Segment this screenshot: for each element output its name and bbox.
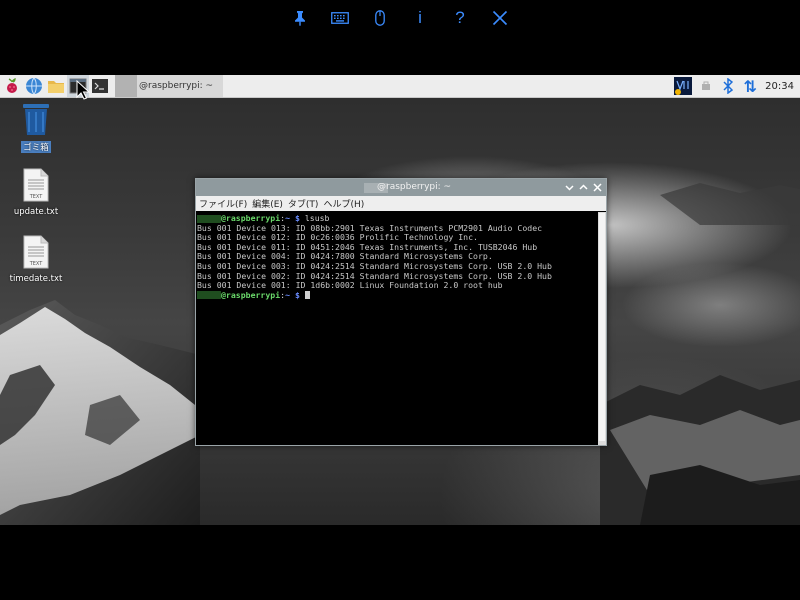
raspberry-menu-button[interactable] — [1, 75, 23, 97]
help-button[interactable]: ? — [440, 3, 480, 33]
minimize-button[interactable] — [562, 180, 576, 194]
eject-icon — [702, 81, 711, 90]
prompt-dir: ~ — [285, 213, 291, 223]
vnc-tray-button[interactable] — [671, 75, 695, 97]
terminal-titlebar[interactable]: @raspberrypi: ~ — [196, 179, 606, 196]
bluetooth-icon — [723, 78, 734, 94]
browser-launcher[interactable] — [23, 75, 45, 97]
network-updown-icon: ⇅ — [743, 76, 757, 96]
taskbar-window-button[interactable]: @raspberrypi: ~ — [115, 75, 223, 97]
vnc-icon — [674, 77, 693, 95]
keyboard-button[interactable] — [320, 3, 360, 33]
terminal-scrollbar[interactable] — [598, 212, 606, 445]
output-line: Bus 001 Device 013: ID 08bb:2901 Texas I… — [197, 222, 543, 233]
network-tray-button[interactable]: ⇅ — [739, 75, 761, 97]
globe-icon — [26, 77, 42, 95]
output-line: Bus 001 Device 003: ID 0424:2514 Standar… — [197, 260, 552, 271]
text-file-icon: TEXT — [23, 168, 49, 202]
taskbar: @raspberrypi: ~ ⇅ 20:34 — [0, 75, 800, 98]
raspberry-icon — [7, 78, 17, 93]
viewer-toolbar: i ? — [0, 0, 800, 36]
output-line: Bus 001 Device 001: ID 1d6b:0002 Linux F… — [197, 280, 503, 291]
terminal-window[interactable]: @raspberrypi: ~ ファイル(F) 編集(E) タブ(T) ヘルプ(… — [195, 178, 607, 446]
chevron-down-icon — [564, 184, 574, 191]
desktop-icon-label: ゴミ箱 — [21, 141, 51, 153]
folder-icon — [48, 81, 64, 93]
close-viewer-button[interactable] — [480, 3, 520, 33]
terminal-title: @raspberrypi: ~ — [377, 182, 452, 192]
close-icon — [492, 10, 508, 26]
menu-help[interactable]: ヘルプ(H) — [320, 197, 366, 210]
terminal-launcher-2[interactable] — [89, 75, 111, 97]
close-window-button[interactable] — [590, 180, 604, 194]
prompt-symbol: $ — [294, 289, 300, 300]
desktop-icon-timedate-txt[interactable]: TEXT timedate.txt — [6, 235, 66, 284]
desktop-icon-update-txt[interactable]: TEXT update.txt — [6, 168, 66, 217]
maximize-button[interactable] — [576, 180, 590, 194]
prompt-line: @raspberrypi:~ $ lsusb — [197, 213, 330, 223]
mouse-icon — [375, 10, 385, 26]
keyboard-icon — [331, 12, 349, 24]
info-icon: i — [418, 8, 422, 27]
terminal-menubar: ファイル(F) 編集(E) タブ(T) ヘルプ(H) — [196, 196, 606, 211]
system-tray: ⇅ 20:34 — [671, 75, 800, 97]
text-cursor — [304, 291, 310, 300]
prompt-line: @raspberrypi:~ $ — [197, 290, 310, 300]
clock[interactable]: 20:34 — [761, 81, 800, 92]
scrollbar-thumb[interactable] — [599, 213, 605, 441]
prompt-host: @raspberrypi — [221, 213, 281, 223]
prompt-dir: ~ — [285, 289, 291, 300]
output-line: Bus 001 Device 004: ID 0424:7800 Standar… — [197, 251, 493, 262]
desktop-icon-label: update.txt — [13, 207, 59, 217]
file-manager-launcher[interactable] — [45, 75, 67, 97]
close-icon — [592, 182, 602, 192]
info-button[interactable]: i — [400, 3, 440, 33]
chevron-up-icon — [578, 183, 588, 190]
help-icon: ? — [455, 8, 465, 27]
mouse-button[interactable] — [360, 3, 400, 33]
prompt-symbol: $ — [294, 213, 300, 223]
output-line: Bus 001 Device 011: ID 0451:2046 Texas I… — [197, 241, 538, 252]
pin-button[interactable] — [280, 3, 320, 33]
redacted-username — [197, 291, 221, 300]
menu-file[interactable]: ファイル(F) — [196, 197, 249, 210]
terminal-prompt-icon — [92, 79, 108, 93]
redacted-username — [115, 75, 137, 97]
taskbar-window-title: @raspberrypi: ~ — [139, 81, 214, 91]
command-text: lsusb — [304, 213, 330, 223]
mouse-pointer-icon — [76, 80, 90, 100]
bluetooth-tray-button[interactable] — [717, 75, 739, 97]
desktop-icon-label: timedate.txt — [9, 274, 63, 284]
desktop-icon-trash[interactable]: ゴミ箱 — [6, 102, 66, 153]
file-badge: TEXT — [29, 194, 44, 200]
output-line: Bus 001 Device 002: ID 0424:2514 Standar… — [197, 270, 552, 281]
menu-tabs[interactable]: タブ(T) — [285, 197, 321, 210]
redacted-username — [197, 214, 221, 223]
menu-edit[interactable]: 編集(E) — [249, 197, 285, 210]
output-line: Bus 001 Device 012: ID 0c26:0036 Prolifi… — [197, 232, 478, 243]
file-badge: TEXT — [29, 261, 44, 267]
text-file-icon: TEXT — [23, 235, 49, 269]
prompt-host: @raspberrypi — [221, 289, 281, 300]
pin-icon — [295, 11, 305, 26]
eject-tray-button[interactable] — [695, 75, 717, 97]
terminal-output[interactable]: @raspberrypi:~ $ lsusb Bus 001 Device 01… — [196, 212, 598, 445]
trash-icon — [23, 104, 49, 135]
